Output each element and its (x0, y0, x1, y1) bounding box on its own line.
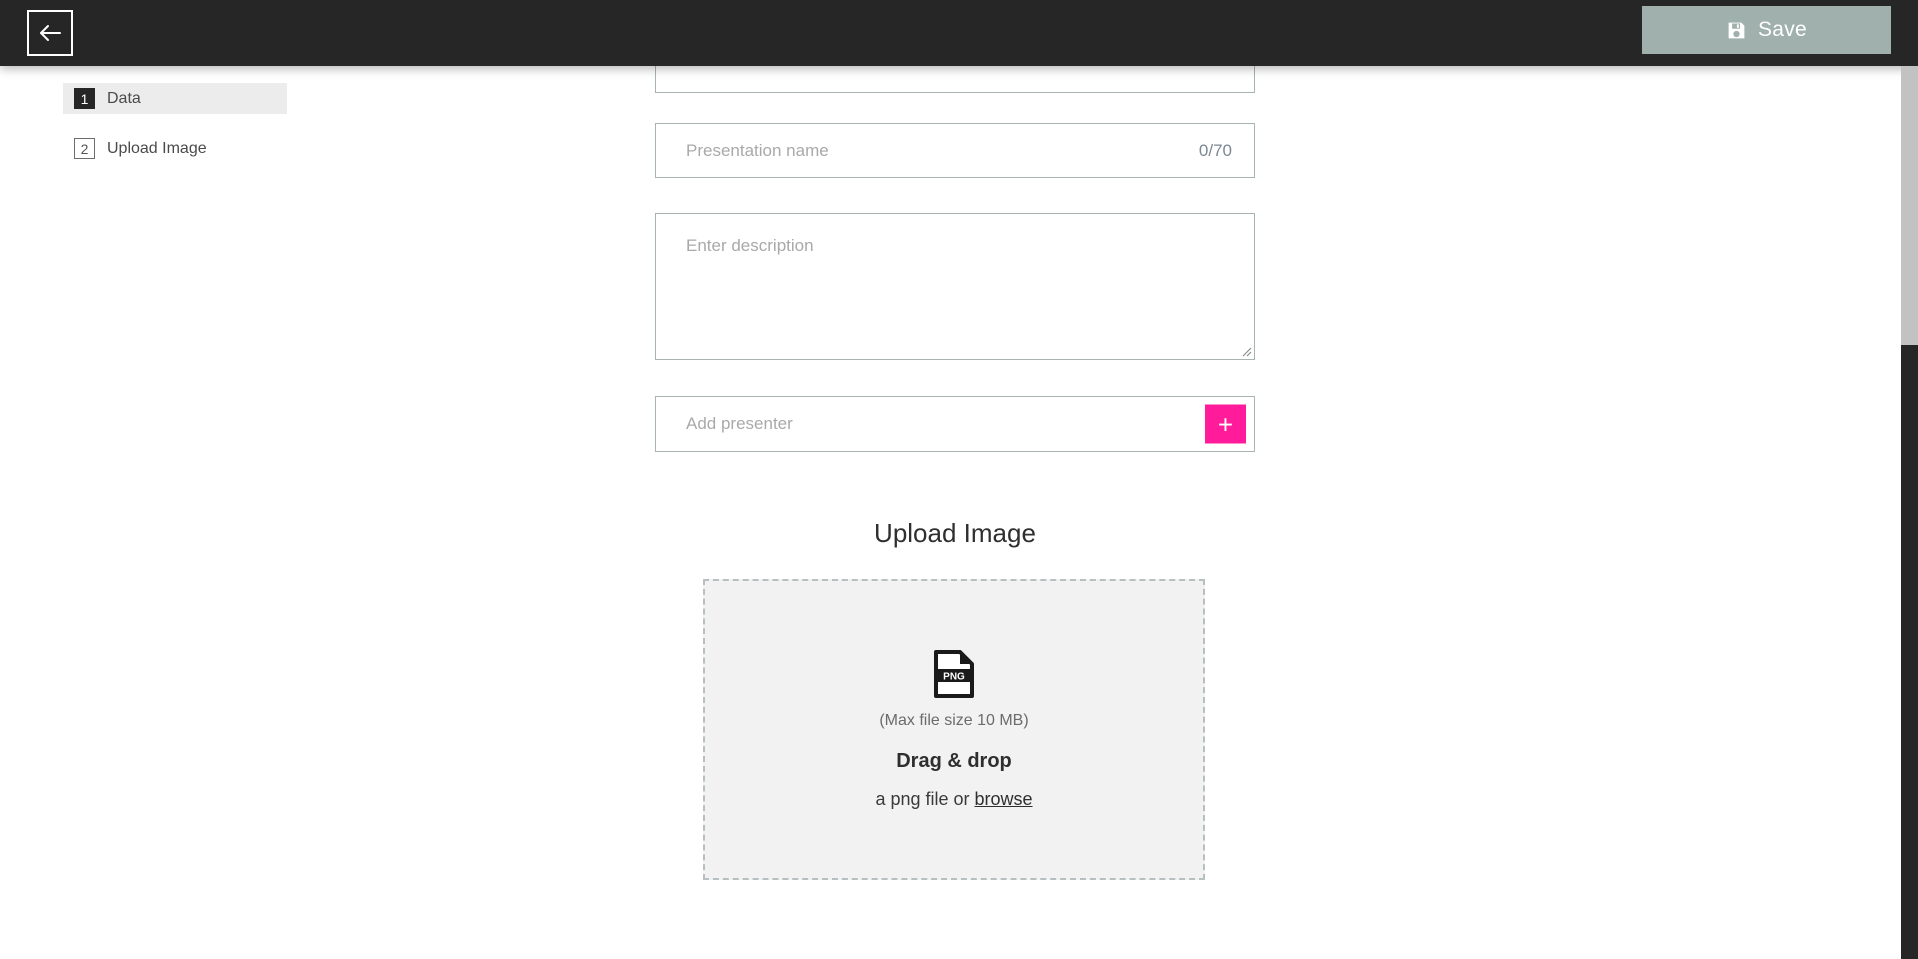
add-presenter-placeholder: Add presenter (686, 414, 793, 433)
browse-line: a png file or browse (875, 789, 1032, 810)
add-presenter-input[interactable]: Add presenter + (655, 396, 1255, 452)
save-button[interactable]: Save (1642, 6, 1891, 54)
vertical-scrollbar-thumb[interactable] (1901, 345, 1918, 959)
add-presenter-button[interactable]: + (1205, 404, 1246, 444)
back-arrow-icon (39, 24, 61, 42)
description-textarea[interactable]: Enter description (655, 213, 1255, 360)
upload-image-heading: Upload Image (874, 518, 1036, 548)
page-root: Save 1 Data 2 Upload Image Presentation … (0, 0, 1918, 959)
browse-prefix-text: a png file or (875, 788, 975, 809)
main-content: Presentation name 0/70 Enter description… (0, 0, 1918, 959)
back-button[interactable] (27, 10, 73, 56)
svg-text:PNG: PNG (943, 671, 965, 682)
description-placeholder: Enter description (686, 236, 814, 255)
plus-icon: + (1217, 409, 1234, 439)
browse-link[interactable]: browse (975, 789, 1033, 809)
png-file-icon: PNG (934, 649, 974, 698)
resize-grip-icon[interactable] (1238, 343, 1252, 357)
presentation-name-placeholder: Presentation name (686, 140, 829, 160)
drag-and-drop-text: Drag & drop (896, 749, 1012, 772)
image-dropzone[interactable]: PNG (Max file size 10 MB) Drag & drop a … (703, 579, 1205, 880)
floppy-disk-icon (1726, 20, 1747, 41)
max-file-size-text: (Max file size 10 MB) (879, 711, 1029, 729)
character-counter: 0/70 (1198, 140, 1232, 160)
top-header-bar: Save (0, 0, 1918, 66)
presentation-name-input[interactable]: Presentation name 0/70 (655, 123, 1255, 178)
save-button-label: Save (1757, 18, 1808, 41)
